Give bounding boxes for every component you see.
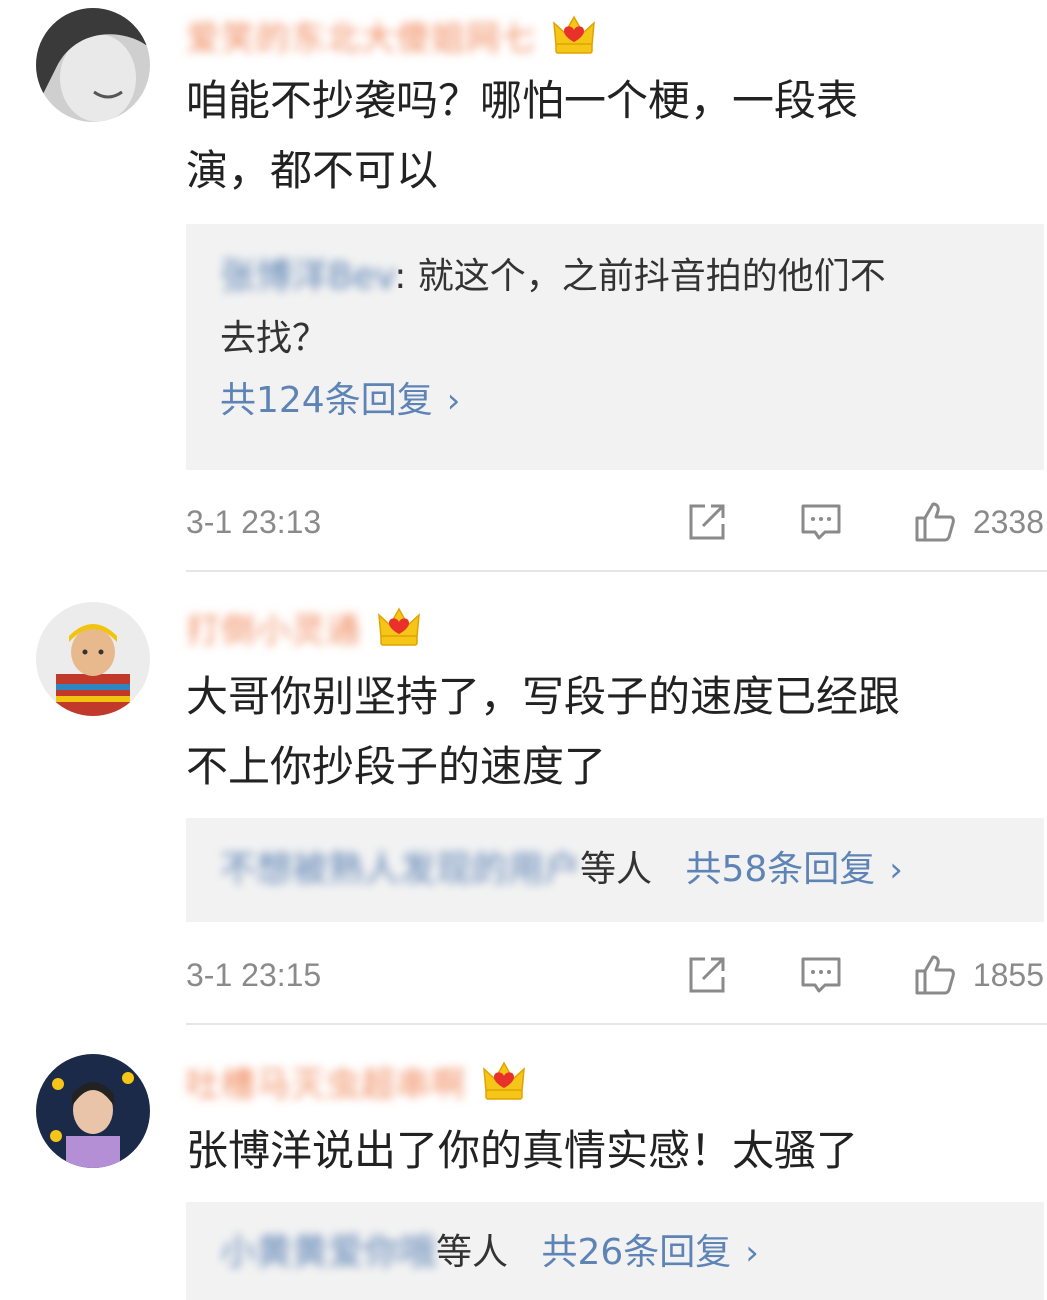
reply-authors[interactable]: 不想被熟人发现的用户 bbox=[220, 849, 580, 890]
view-replies-link[interactable]: 共26条回复 › bbox=[541, 1232, 758, 1273]
username[interactable]: 爱笑的东北大傻姐网七 bbox=[186, 11, 536, 60]
reply-preview[interactable]: 张博洋Bev: 就这个，之前抖音拍的他们不 去找？ 共124条回复 › bbox=[186, 224, 1044, 470]
username-row: 打倒小灵通 bbox=[186, 602, 423, 652]
avatar[interactable] bbox=[36, 1054, 150, 1168]
view-replies-link[interactable]: 共58条回复 › bbox=[685, 849, 902, 890]
divider bbox=[186, 1023, 1047, 1025]
thumbs-up-icon[interactable] bbox=[913, 500, 957, 544]
reply-summary-row: 不想被熟人发现的用户等人 共58条回复 › bbox=[220, 839, 1010, 901]
share-icon[interactable] bbox=[685, 953, 729, 997]
username-row: 吐槽马灭虫超串啊 bbox=[186, 1056, 528, 1106]
username[interactable]: 吐槽马灭虫超串啊 bbox=[186, 1057, 466, 1106]
divider bbox=[186, 570, 1047, 572]
avatar[interactable] bbox=[36, 602, 150, 716]
comment-icon[interactable] bbox=[799, 953, 843, 997]
comment-meta: 3-1 23:13 2338 bbox=[186, 492, 1044, 552]
reply-preview[interactable]: 不想被熟人发现的用户等人 共58条回复 › bbox=[186, 818, 1044, 922]
share-icon[interactable] bbox=[685, 500, 729, 544]
chevron-right-icon: › bbox=[446, 381, 461, 421]
timestamp: 3-1 23:15 bbox=[186, 956, 322, 993]
chevron-right-icon: › bbox=[745, 1233, 759, 1273]
comment-text: 咱能不抄袭吗？哪怕一个梗，一段表 演，都不可以 bbox=[186, 76, 859, 195]
comment-icon[interactable] bbox=[799, 500, 843, 544]
crown-badge-icon bbox=[550, 11, 598, 59]
username-row: 爱笑的东北大傻姐网七 bbox=[186, 10, 598, 60]
avatar[interactable] bbox=[36, 8, 150, 122]
comment-actions: 1855 bbox=[685, 953, 1044, 997]
like-count: 2338 bbox=[972, 503, 1044, 540]
reply-author[interactable]: 张博洋Bev bbox=[220, 256, 394, 297]
like-count: 1855 bbox=[972, 956, 1044, 993]
username[interactable]: 打倒小灵通 bbox=[186, 603, 361, 652]
comment-actions: 2338 bbox=[685, 500, 1044, 544]
comment-meta: 3-1 23:15 1855 bbox=[186, 945, 1044, 1005]
view-replies-link[interactable]: 共124条回复 › bbox=[220, 370, 1010, 432]
reply-authors[interactable]: 小黄黄爱你哦 bbox=[220, 1232, 436, 1273]
reply-summary-row: 小黄黄爱你哦等人 共26条回复 › bbox=[220, 1222, 1010, 1284]
comment-text: 大哥你别坚持了，写段子的速度已经跟 不上你抄段子的速度了 bbox=[186, 672, 901, 791]
thumbs-up-icon[interactable] bbox=[913, 953, 957, 997]
crown-badge-icon bbox=[480, 1057, 528, 1105]
reply-text: 张博洋Bev: 就这个，之前抖音拍的他们不 去找？ bbox=[220, 256, 886, 359]
timestamp: 3-1 23:13 bbox=[186, 503, 322, 540]
chevron-right-icon: › bbox=[889, 850, 903, 890]
reply-preview[interactable]: 小黄黄爱你哦等人 共26条回复 › bbox=[186, 1202, 1044, 1300]
comment-text: 张博洋说出了你的真情实感！太骚了 bbox=[186, 1126, 859, 1175]
crown-badge-icon bbox=[375, 603, 423, 651]
